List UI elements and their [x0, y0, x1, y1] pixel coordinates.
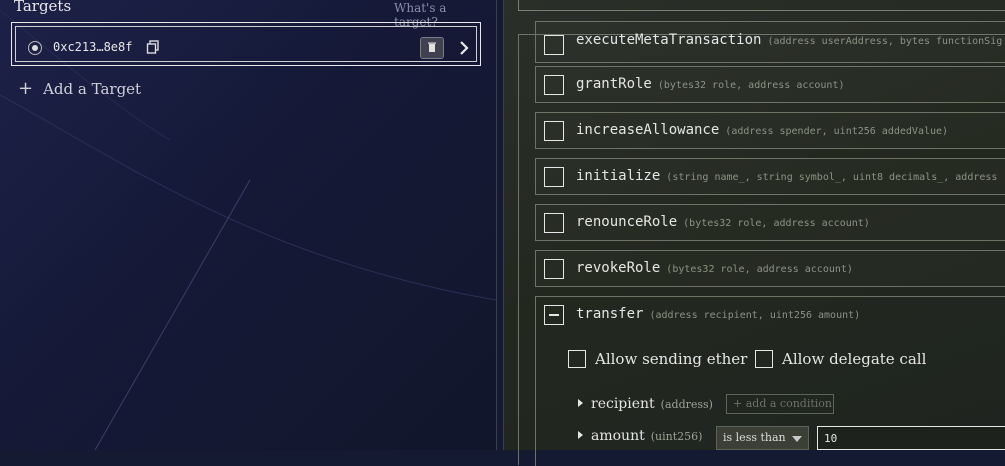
function-name: initialize (string name_, string symbol_,… — [576, 168, 997, 184]
function-name-text: grantRole — [576, 76, 652, 92]
function-name: executeMetaTransaction (address userAddre… — [576, 32, 1002, 48]
function-args: (bytes32 role, address account) — [683, 218, 870, 229]
function-row-transfer-expanded: transfer (address recipient, uint256 amou… — [535, 296, 1005, 466]
target-address: 0xc213…8e8f — [53, 40, 133, 54]
function-row-renounceRole[interactable]: renounceRole (bytes32 role, address accou… — [535, 204, 1005, 241]
function-args: (address userAddress, bytes functionSig — [767, 36, 1003, 47]
target-card-inner: 0xc213…8e8f — [15, 26, 477, 62]
function-row-executeMetaTransaction[interactable]: executeMetaTransaction (address userAddre… — [535, 21, 1005, 63]
targets-title: Targets — [14, 0, 72, 15]
add-condition-button[interactable]: + add a condition — [726, 394, 834, 414]
condition-value-input[interactable]: 10 — [817, 426, 1005, 450]
function-checkbox-partial[interactable] — [544, 305, 564, 325]
function-args: (address spender, uint256 addedValue) — [725, 126, 949, 137]
function-name-text: transfer — [576, 306, 644, 322]
target-card[interactable]: 0xc213…8e8f — [11, 22, 481, 66]
copy-icon[interactable] — [146, 40, 160, 54]
top-box — [518, 0, 1005, 11]
add-target-label: Add a Target — [43, 80, 142, 98]
function-checkbox[interactable] — [544, 213, 564, 233]
function-row-grantRole[interactable]: grantRole (bytes32 role, address account) — [535, 66, 1005, 103]
expand-triangle-icon — [578, 431, 583, 439]
function-name[interactable]: transfer (address recipient, uint256 amou… — [576, 306, 860, 322]
function-checkbox[interactable] — [544, 121, 564, 141]
checkbox-box — [568, 350, 586, 368]
param-name: amount — [591, 428, 645, 444]
param-type: (uint256) — [650, 430, 703, 443]
function-row-increaseAllowance[interactable]: increaseAllowance (address spender, uint2… — [535, 112, 1005, 149]
checkbox-box — [755, 350, 773, 368]
function-name-text: executeMetaTransaction — [576, 32, 762, 48]
function-args: (bytes32 role, address account) — [657, 80, 845, 91]
function-checkbox[interactable] — [544, 259, 564, 279]
function-name: renounceRole (bytes32 role, address accou… — [576, 214, 870, 230]
function-row-revokeRole[interactable]: revokeRole (bytes32 role, address account… — [535, 250, 1005, 287]
param-type: (address) — [660, 398, 713, 411]
plus-icon: + — [18, 78, 34, 99]
expand-triangle-icon — [578, 399, 583, 407]
function-name: revokeRole (bytes32 role, address account… — [576, 260, 853, 276]
param-amount[interactable]: amount (uint256) — [578, 428, 702, 444]
targets-section: Targets What's a target? 0xc213…8e8f + Ad… — [0, 0, 496, 450]
function-args: (bytes32 role, address account) — [666, 264, 853, 275]
allow-delegate-label: Allow delegate call — [782, 350, 927, 368]
panel-divider — [496, 0, 497, 450]
function-checkbox[interactable] — [544, 35, 564, 55]
function-name-text: increaseAllowance — [576, 122, 720, 138]
operator-value: is less than — [723, 431, 786, 444]
trash-icon — [428, 42, 436, 52]
allow-delegate-checkbox[interactable]: Allow delegate call — [755, 350, 926, 368]
function-checkbox[interactable] — [544, 167, 564, 187]
function-args: (address recipient, uint256 amount) — [649, 310, 861, 321]
function-row-initialize[interactable]: initialize (string name_, string symbol_,… — [535, 158, 1005, 195]
function-name-text: revokeRole — [576, 260, 661, 276]
operator-select[interactable]: is less than — [716, 426, 809, 450]
allow-ether-label: Allow sending ether — [595, 350, 748, 368]
delete-target-button[interactable] — [420, 37, 444, 59]
allow-ether-checkbox[interactable]: Allow sending ether — [568, 350, 747, 368]
param-recipient[interactable]: recipient (address) — [578, 396, 713, 412]
function-args: (string name_, string symbol_, uint8 dec… — [666, 172, 998, 183]
chevron-down-icon — [792, 436, 802, 442]
chevron-right-icon[interactable] — [458, 40, 470, 56]
function-name: increaseAllowance (address spender, uint2… — [576, 122, 948, 138]
function-checkbox[interactable] — [544, 75, 564, 95]
add-target-button[interactable]: + Add a Target — [18, 78, 141, 99]
param-name: recipient — [591, 396, 655, 412]
function-name: grantRole (bytes32 role, address account) — [576, 76, 845, 92]
function-name-text: renounceRole — [576, 214, 678, 230]
function-name-text: initialize — [576, 168, 661, 184]
target-radio[interactable] — [28, 41, 42, 55]
